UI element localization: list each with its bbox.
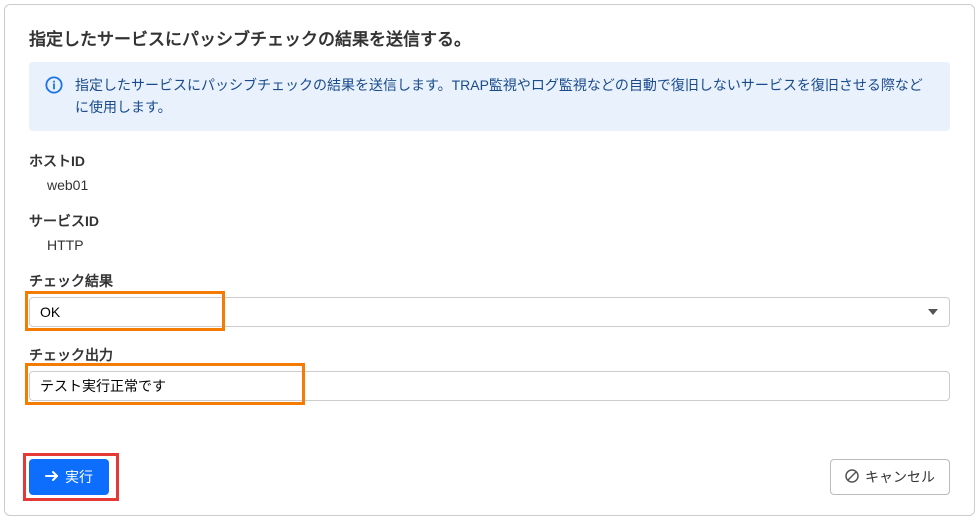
check-output-input[interactable] [29, 371, 950, 401]
service-id-group: サービスID HTTP [29, 211, 950, 253]
cancel-button[interactable]: キャンセル [830, 459, 950, 495]
host-id-label: ホストID [29, 151, 950, 171]
info-icon [45, 76, 63, 94]
check-output-label: チェック出力 [29, 345, 950, 365]
info-text: 指定したサービスにパッシブチェックの結果を送信します。TRAP監視やログ監視など… [75, 74, 934, 119]
arrow-right-icon [45, 469, 59, 485]
check-result-group: チェック結果 OK [29, 271, 950, 327]
service-id-label: サービスID [29, 211, 950, 231]
check-result-select-wrapper: OK [29, 297, 950, 327]
host-id-value: web01 [29, 177, 950, 193]
info-box: 指定したサービスにパッシブチェックの結果を送信します。TRAP監視やログ監視など… [29, 62, 950, 131]
check-result-select[interactable]: OK [29, 297, 950, 327]
service-id-value: HTTP [29, 237, 950, 253]
check-output-group: チェック出力 [29, 345, 950, 401]
execute-button-label: 実行 [65, 467, 93, 487]
cancel-button-label: キャンセル [865, 467, 935, 487]
panel-title: 指定したサービスにパッシブチェックの結果を送信する。 [29, 25, 950, 50]
cancel-icon [845, 469, 859, 486]
check-result-label: チェック結果 [29, 271, 950, 291]
passive-check-panel: 指定したサービスにパッシブチェックの結果を送信する。 指定したサービスにパッシブ… [4, 4, 975, 516]
execute-button[interactable]: 実行 [29, 459, 109, 495]
host-id-group: ホストID web01 [29, 151, 950, 193]
button-row: 実行 キャンセル [29, 459, 950, 495]
